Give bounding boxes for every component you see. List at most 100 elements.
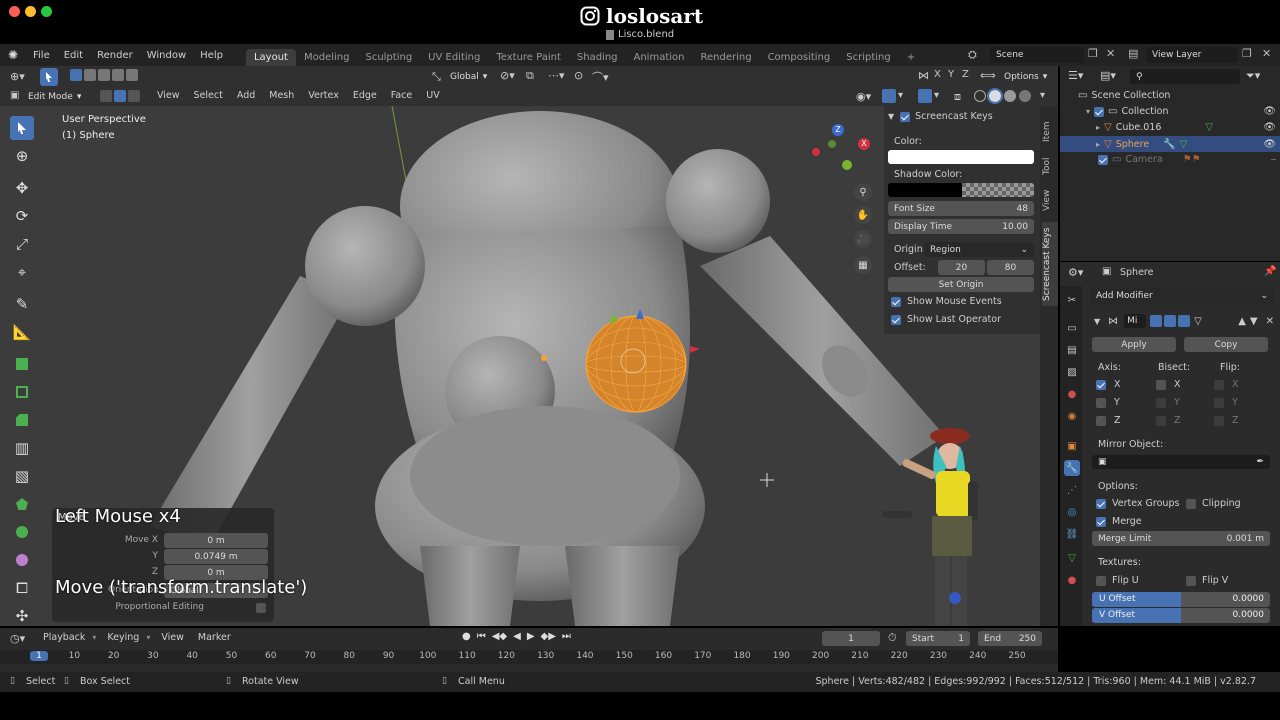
x-gizmo-arrow[interactable] <box>690 346 700 353</box>
proportional-editing-checkbox[interactable] <box>256 603 266 613</box>
show-mouse-events-checkbox[interactable] <box>891 296 901 307</box>
mirror-x-toggle[interactable]: X <box>934 69 941 80</box>
render-toggle-icon[interactable] <box>1178 315 1191 327</box>
origin-dropdown[interactable]: Region ⌄ <box>924 242 1034 257</box>
tab-tool[interactable]: Tool <box>1042 152 1058 180</box>
bisect-z-checkbox[interactable] <box>1156 415 1166 426</box>
axis-y-checkbox[interactable] <box>1096 397 1106 408</box>
show-mouse-events-option[interactable]: Show Mouse Events <box>891 296 1002 307</box>
tab-animation[interactable]: Animation <box>626 49 693 66</box>
inset-tool-icon[interactable] <box>10 380 34 404</box>
visibility-eye-icon[interactable]: 👁 <box>1263 122 1276 133</box>
tab-uv-editing[interactable]: UV Editing <box>420 49 488 66</box>
timeline-menu-marker[interactable]: Marker <box>191 632 238 643</box>
shrink-fatten-tool-icon[interactable]: ✣ <box>10 604 34 626</box>
transform-orientation-dropdown[interactable]: Global ▾ <box>444 69 494 85</box>
smooth-tool-icon[interactable] <box>10 548 34 572</box>
font-size-field[interactable]: Font Size 48 <box>888 201 1034 216</box>
options-dropdown[interactable]: Options ▾ <box>998 69 1054 85</box>
tab-sculpting[interactable]: Sculpting <box>357 49 420 66</box>
collapse-arrow-icon[interactable]: ▼ <box>1094 317 1100 326</box>
timeline-menu-keying[interactable]: Keying <box>100 632 146 643</box>
delete-scene-icon[interactable]: ✕ <box>1106 47 1115 60</box>
play-icon[interactable]: ▶ <box>527 631 535 642</box>
viewport-menu-vertex[interactable]: Vertex <box>301 90 346 101</box>
viewport-menu-mesh[interactable]: Mesh <box>262 90 301 101</box>
extrude-tool-icon[interactable] <box>10 352 34 376</box>
screencast-keys-header[interactable]: ▼ Screencast Keys <box>888 111 993 122</box>
viewport-menu-edge[interactable]: Edge <box>346 90 384 101</box>
scene-collection-row[interactable]: ▭ Scene Collection <box>1078 90 1170 101</box>
prev-keyframe-icon[interactable]: ◀◆ <box>492 631 507 642</box>
gizmo-z-axis[interactable]: Z <box>832 124 844 136</box>
move-x-field[interactable]: 0 m <box>164 533 268 548</box>
ortho-toggle-icon[interactable]: ▦ <box>854 256 872 274</box>
menu-edit[interactable]: Edit <box>57 50 90 61</box>
flip-y-checkbox[interactable] <box>1214 397 1224 408</box>
scale-tool-icon[interactable]: ⤢ <box>10 232 34 256</box>
tab-screencast-keys[interactable]: Screencast Keys <box>1042 222 1058 306</box>
minimize-window-button[interactable] <box>25 6 36 17</box>
on-cage-icon[interactable]: ▽ <box>1194 316 1202 327</box>
close-window-button[interactable] <box>9 6 20 17</box>
timeline-editor-icon[interactable]: ◷▾ <box>10 632 25 645</box>
visibility-eye-icon[interactable]: ⎯ <box>1271 154 1276 165</box>
tab-compositing[interactable]: Compositing <box>760 49 839 66</box>
constraints-properties-icon[interactable]: ⛓ <box>1064 526 1080 542</box>
show-last-operator-option[interactable]: Show Last Operator <box>891 314 1001 325</box>
view-layer-properties-icon[interactable]: ▨ <box>1064 364 1080 380</box>
clipping-option[interactable]: Clipping <box>1186 498 1241 509</box>
edit-mode-toggle-icon[interactable] <box>1150 315 1163 327</box>
solid-shading-icon[interactable] <box>987 88 1003 104</box>
shadow-color-swatch[interactable] <box>888 183 1034 197</box>
display-time-field[interactable]: Display Time 10.00 <box>888 219 1034 234</box>
zoom-icon[interactable]: ⚲ <box>854 183 872 201</box>
annotate-tool-icon[interactable]: ✎ <box>10 292 34 316</box>
gizmo-neg-x-axis[interactable] <box>812 148 820 156</box>
gizmo-y-axis[interactable] <box>842 160 852 170</box>
poly-build-tool-icon[interactable] <box>10 492 34 516</box>
rotate-tool-icon[interactable]: ⟳ <box>10 204 34 228</box>
add-modifier-dropdown[interactable]: Add Modifier ⌄ <box>1090 288 1274 304</box>
topology-mirror-icon[interactable]: ⟺ <box>980 69 996 82</box>
clipping-checkbox[interactable] <box>1186 498 1196 509</box>
transform-tool-icon[interactable]: ⌖ <box>10 260 34 284</box>
mirror-object-field[interactable]: ▣ ✒ <box>1092 455 1270 469</box>
timeline-menu-view[interactable]: View <box>154 632 191 643</box>
record-icon[interactable]: ● <box>462 631 471 642</box>
screencast-enabled-checkbox[interactable] <box>900 111 911 122</box>
move-tool-icon[interactable]: ✥ <box>10 176 34 200</box>
flip-v-checkbox[interactable] <box>1186 575 1196 586</box>
viewport-menu-select[interactable]: Select <box>187 90 230 101</box>
viewport-menu-view[interactable]: View <box>150 90 187 101</box>
outliner-editor-icon[interactable]: ☰▾ <box>1068 69 1083 82</box>
collapse-arrow-icon[interactable]: ▼ <box>888 112 894 121</box>
axis-x-checkbox[interactable] <box>1096 379 1106 390</box>
tab-layout[interactable]: Layout <box>245 49 296 66</box>
v-offset-field[interactable]: V Offset 0.0000 <box>1092 608 1270 623</box>
shading-dropdown-icon[interactable]: ▾ <box>1040 90 1045 101</box>
copy-button[interactable]: Copy <box>1184 337 1268 352</box>
current-frame-field[interactable]: 1 <box>822 631 880 646</box>
outliner-row-cube[interactable]: ▸ ▽ Cube.016 ▽ 👁 <box>1096 122 1276 133</box>
select-new-icon[interactable] <box>70 69 82 81</box>
bisect-y-option[interactable]: Y <box>1156 397 1180 408</box>
frame-ruler[interactable]: 1 10 20 30 40 50 60 70 80 90 100 110 120 130 140 150 160… <box>0 650 1058 664</box>
spin-tool-icon[interactable] <box>10 520 34 544</box>
vertex-groups-checkbox[interactable] <box>1096 498 1106 509</box>
pan-hand-icon[interactable]: ✋ <box>854 206 872 224</box>
rendered-shading-icon[interactable] <box>1019 90 1031 102</box>
physics-properties-icon[interactable]: ◎ <box>1064 504 1080 520</box>
mirror-z-toggle[interactable]: Z <box>962 69 969 80</box>
remove-modifier-icon[interactable]: ✕ <box>1266 316 1274 327</box>
jump-start-icon[interactable]: ⏮ <box>477 631 486 642</box>
scene-properties-icon[interactable]: ● <box>1064 386 1080 402</box>
output-properties-icon[interactable]: ▤ <box>1064 342 1080 358</box>
flip-u-option[interactable]: Flip U <box>1096 575 1139 586</box>
jump-end-icon[interactable]: ⏭ <box>562 631 571 642</box>
falloff-icon[interactable]: ⌒▾ <box>592 69 609 85</box>
view-layer-icon[interactable]: ▤ <box>1128 47 1138 60</box>
current-frame-marker[interactable]: 1 <box>30 651 48 661</box>
material-properties-icon[interactable]: ● <box>1064 572 1080 588</box>
select-subtract-icon[interactable] <box>98 69 110 81</box>
